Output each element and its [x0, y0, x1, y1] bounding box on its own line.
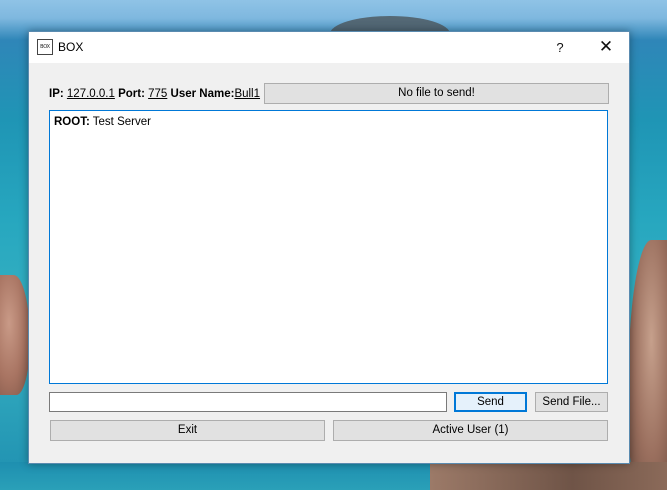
message-text: Test Server: [92, 116, 151, 128]
active-user-button[interactable]: Active User (1): [333, 420, 608, 441]
background-water: [0, 462, 430, 490]
window-title: BOX: [58, 40, 84, 54]
file-status-button[interactable]: No file to send!: [264, 83, 609, 104]
close-button[interactable]: ✕: [583, 32, 629, 63]
close-icon: ✕: [598, 37, 614, 56]
send-button[interactable]: Send: [454, 392, 527, 412]
port-label: Port:: [118, 88, 145, 100]
app-icon: BOX: [37, 39, 53, 55]
chat-message: ROOT: Test Server: [54, 116, 603, 128]
chat-log[interactable]: ROOT: Test Server: [49, 110, 608, 384]
message-input[interactable]: [49, 392, 447, 412]
user-name-label: User Name:: [170, 88, 235, 100]
help-button[interactable]: ?: [549, 32, 571, 63]
background-rock-left: [0, 275, 30, 395]
background-rock-right: [628, 240, 667, 490]
port-value: 775: [148, 88, 168, 100]
user-name-value: Bull1: [234, 88, 261, 100]
send-file-button[interactable]: Send File...: [535, 392, 608, 412]
connection-info: IP: 127.0.0.1 Port: 775 User Name:Bull1: [49, 87, 260, 103]
ip-label: IP:: [49, 88, 64, 100]
box-window: BOX BOX ? ✕ IP: 127.0.0.1 Port: 775 User…: [28, 31, 630, 464]
message-sender: ROOT:: [54, 116, 90, 128]
ip-value: 127.0.0.1: [66, 88, 115, 100]
title-bar[interactable]: BOX BOX ? ✕: [29, 32, 629, 63]
exit-button[interactable]: Exit: [50, 420, 325, 441]
background-shore: [430, 462, 667, 490]
